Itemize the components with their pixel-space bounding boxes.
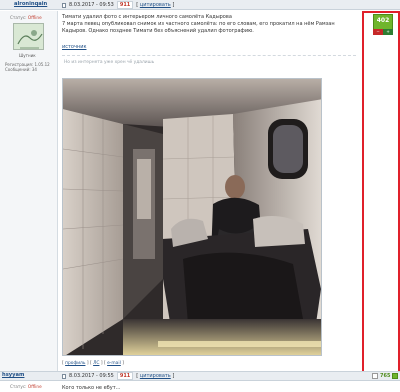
post-text-line: 7 марта певец опубликовал снимок из част… bbox=[62, 21, 335, 27]
post-meta: 8.03.2017 - 09:53 911 [ цитировать ] bbox=[62, 1, 174, 9]
username-link[interactable]: alroninqain bbox=[14, 1, 47, 7]
vote-up-button[interactable] bbox=[392, 373, 399, 379]
jet-interior-photo bbox=[63, 79, 321, 355]
quote-link[interactable]: цитировать bbox=[140, 373, 171, 379]
vote-down-button[interactable] bbox=[372, 373, 378, 379]
quote-bracket: [ цитировать ] bbox=[136, 373, 175, 379]
post-header bbox=[0, 371, 400, 381]
quote-bracket: [ цитировать ] bbox=[136, 2, 175, 8]
vote-down-button[interactable]: − bbox=[373, 29, 383, 35]
vote-buttons: − + bbox=[373, 29, 393, 35]
status-label: Статус: bbox=[10, 384, 27, 389]
status-value: Offline bbox=[27, 15, 42, 20]
post-text-line: Тимати удалил фото с интерьером личного … bbox=[62, 14, 232, 20]
divider bbox=[62, 55, 356, 56]
message-count: Сообщений: 34 bbox=[5, 67, 37, 72]
user-sidebar: Статус: Offline Шутник Регистрация: 1.05… bbox=[0, 11, 58, 371]
source-link[interactable]: источник bbox=[62, 44, 86, 50]
username-link[interactable]: hsyyam bbox=[2, 372, 24, 378]
post-text-line: Кого только не ебут... bbox=[62, 385, 121, 391]
post-body: Тимати удалил фото с интерьером личного … bbox=[62, 14, 358, 35]
quote-link[interactable]: цитировать bbox=[140, 2, 171, 8]
avatar-caption: Шутник bbox=[19, 53, 36, 58]
post-meta: 8.03.2017 - 09:55 911 [ цитировать ] bbox=[62, 372, 174, 380]
email-link[interactable]: e-mail bbox=[107, 361, 121, 366]
post-image[interactable] bbox=[62, 78, 322, 356]
rating-value: 765 bbox=[380, 373, 391, 379]
rating-mini: 765 bbox=[372, 373, 399, 379]
post-number[interactable]: 911 bbox=[116, 1, 134, 9]
status-label: Статус: bbox=[10, 15, 27, 20]
post-text-line: Кадыров. Однако позднее Тимати без объяс… bbox=[62, 28, 254, 34]
status-line: Статус: Offline bbox=[10, 15, 42, 20]
status-value: Offline bbox=[27, 384, 42, 389]
post-number[interactable]: 911 bbox=[116, 372, 134, 380]
post-header bbox=[0, 0, 400, 10]
signature-text: Но из интернета уже хрен чё удалишь bbox=[64, 60, 155, 65]
profile-link[interactable]: профиль bbox=[65, 361, 85, 366]
pm-link[interactable]: ЛС bbox=[93, 361, 99, 366]
avatar[interactable] bbox=[13, 23, 44, 50]
post-footer: [ профиль ] [ ЛС ] [ e-mail ] bbox=[62, 361, 124, 366]
rating-column-highlight bbox=[362, 11, 400, 380]
post-date: 8.03.2017 - 09:55 bbox=[69, 373, 114, 379]
document-icon bbox=[62, 2, 66, 8]
document-icon bbox=[62, 373, 66, 379]
vote-up-button[interactable]: + bbox=[383, 29, 393, 35]
status-line: Статус: Offline bbox=[10, 384, 42, 389]
post-date: 8.03.2017 - 09:53 bbox=[69, 2, 114, 8]
